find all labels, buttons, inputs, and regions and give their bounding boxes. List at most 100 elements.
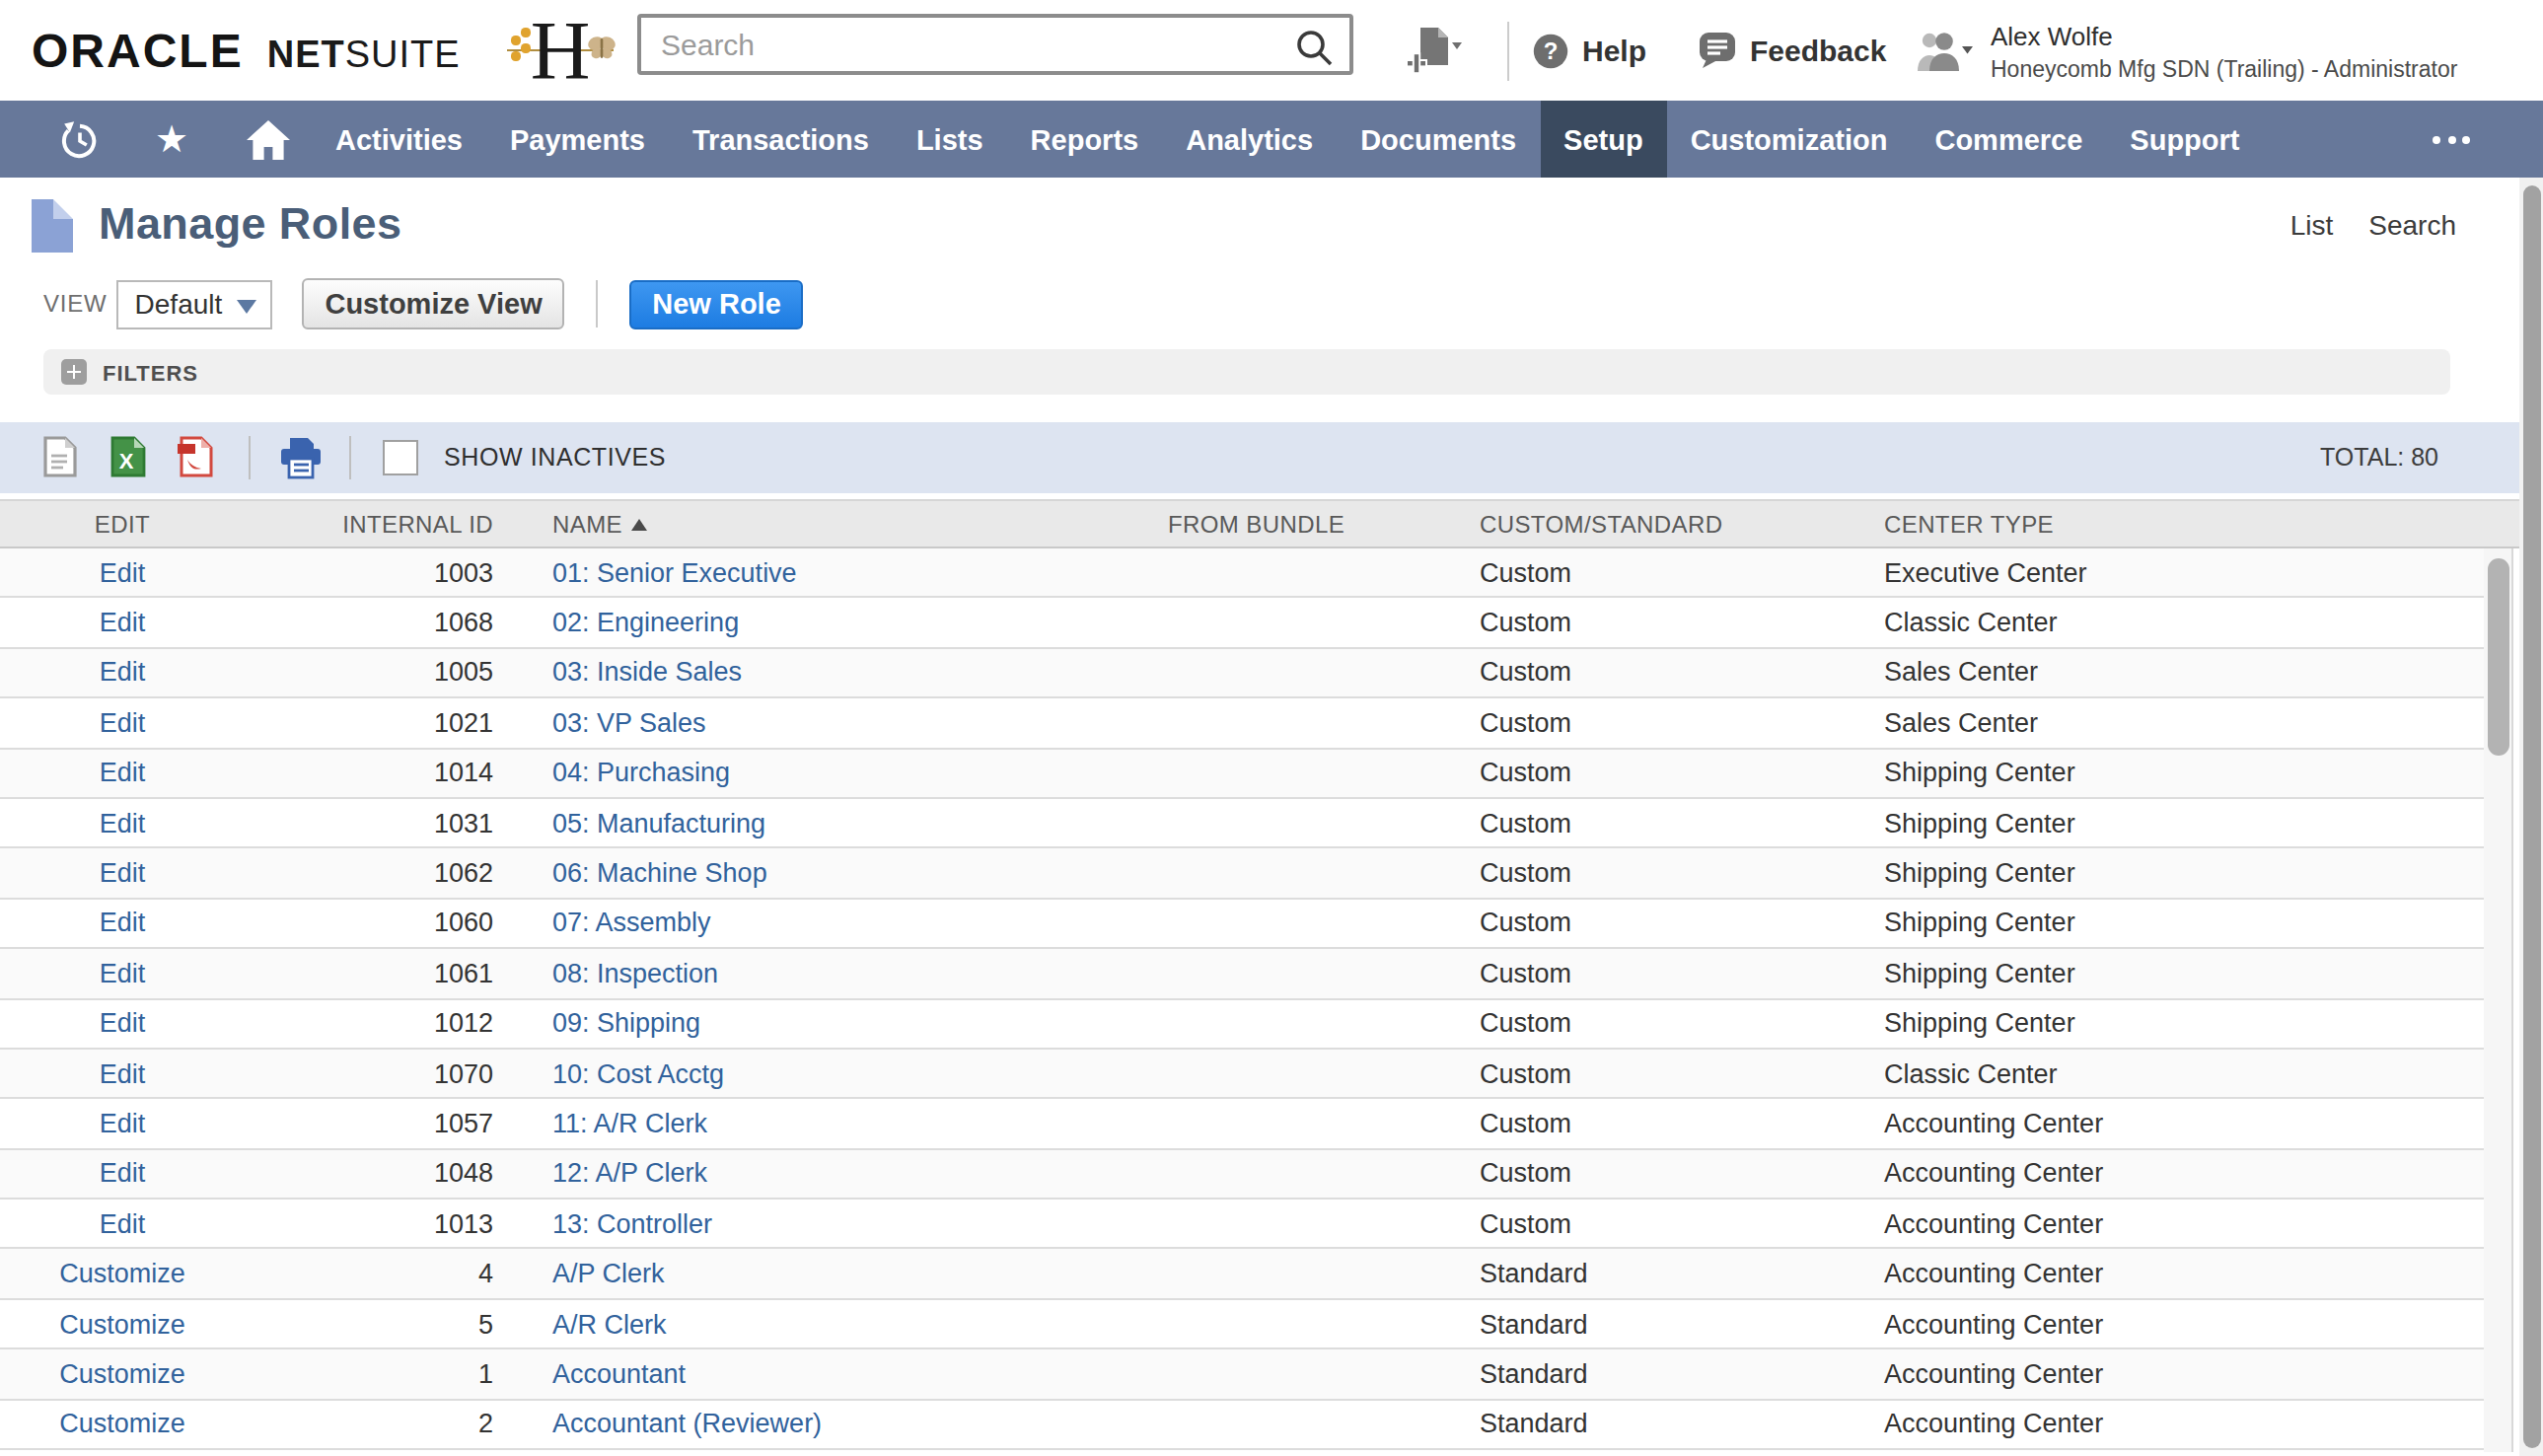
- recent-records-icon[interactable]: [59, 119, 99, 159]
- row-action-link[interactable]: Customize: [59, 1259, 185, 1288]
- role-name-link[interactable]: A/P Clerk: [552, 1259, 665, 1288]
- row-from-bundle: [1168, 1400, 1476, 1448]
- search-icon[interactable]: [1294, 28, 1334, 67]
- role-name-link[interactable]: 05: Manufacturing: [552, 808, 765, 837]
- nav-support[interactable]: Support: [2106, 101, 2263, 178]
- role-name-link[interactable]: 13: Controller: [552, 1209, 712, 1239]
- row-action-link[interactable]: Edit: [100, 808, 146, 837]
- role-name-link[interactable]: A/R Clerk: [552, 1309, 667, 1339]
- row-action-link[interactable]: Edit: [100, 1008, 146, 1038]
- user-menu[interactable]: Alex Wolfe Honeycomb Mfg SDN (Trailing) …: [1914, 0, 2457, 101]
- home-icon[interactable]: [245, 119, 290, 159]
- export-pdf-icon[interactable]: [178, 436, 213, 477]
- page-scrollbar-thumb[interactable]: [2522, 185, 2540, 1448]
- role-name-link[interactable]: 07: Assembly: [552, 909, 711, 938]
- column-header-internal-id[interactable]: INTERNAL ID: [245, 501, 497, 546]
- row-action-link[interactable]: Customize: [59, 1309, 185, 1339]
- row-action-link[interactable]: Edit: [100, 1109, 146, 1138]
- column-header-center-type[interactable]: CENTER TYPE: [1878, 501, 2519, 546]
- page-scrollbar[interactable]: [2519, 178, 2543, 1456]
- nav-reports[interactable]: Reports: [1007, 101, 1163, 178]
- nav-documents[interactable]: Documents: [1337, 101, 1540, 178]
- row-center-type: Shipping Center: [1878, 899, 2483, 947]
- row-custom-standard: Custom: [1476, 649, 1878, 697]
- filters-bar[interactable]: FILTERS: [43, 349, 2450, 395]
- create-new-menu-icon[interactable]: [1405, 26, 1462, 77]
- table-row: Edit 1068 02: Engineering Custom Classic…: [0, 599, 2483, 649]
- row-from-bundle: [1168, 1050, 1476, 1098]
- shortcuts-star-icon[interactable]: ★: [150, 120, 193, 158]
- role-name-link[interactable]: 02: Engineering: [552, 608, 739, 637]
- role-name-link[interactable]: 06: Machine Shop: [552, 858, 767, 888]
- row-action-link[interactable]: Edit: [100, 1159, 146, 1189]
- role-name-link[interactable]: Accountant: [552, 1359, 686, 1389]
- role-name-link[interactable]: 12: A/P Clerk: [552, 1159, 707, 1189]
- row-center-type: Accounting Center: [1878, 1400, 2483, 1448]
- help-button[interactable]: ? Help: [1533, 0, 1646, 101]
- show-inactives-label: SHOW INACTIVES: [444, 422, 666, 493]
- view-select[interactable]: Default: [117, 279, 273, 328]
- table-scrollbar[interactable]: [2484, 548, 2513, 1452]
- table-row: Edit 1014 04: Purchasing Custom Shipping…: [0, 749, 2483, 799]
- row-custom-standard: Custom: [1476, 1200, 1878, 1248]
- list-link[interactable]: List: [2290, 209, 2334, 241]
- row-action-link[interactable]: Edit: [100, 759, 146, 788]
- role-name-link[interactable]: 03: Inside Sales: [552, 658, 742, 688]
- row-action-link[interactable]: Edit: [100, 1209, 146, 1239]
- nav-activities[interactable]: Activities: [312, 101, 486, 178]
- row-action-link[interactable]: Edit: [100, 909, 146, 938]
- view-label: VIEW: [43, 290, 108, 318]
- role-name-link[interactable]: 10: Cost Acctg: [552, 1058, 724, 1088]
- column-header-custom-standard[interactable]: CUSTOM/STANDARD: [1476, 501, 1878, 546]
- search-input[interactable]: [641, 18, 1349, 71]
- nav-lists[interactable]: Lists: [893, 101, 1007, 178]
- role-name-link[interactable]: Accountant (Reviewer): [552, 1410, 822, 1439]
- role-name-link[interactable]: 11: A/R Clerk: [552, 1109, 707, 1138]
- column-header-name[interactable]: NAME: [497, 501, 1168, 546]
- role-name-link[interactable]: 08: Inspection: [552, 959, 718, 988]
- row-from-bundle: [1168, 1300, 1476, 1348]
- nav-customization[interactable]: Customization: [1667, 101, 1912, 178]
- row-from-bundle: [1168, 1149, 1476, 1198]
- print-icon[interactable]: [280, 438, 322, 479]
- nav-transactions[interactable]: Transactions: [669, 101, 893, 178]
- nav-commerce[interactable]: Commerce: [1911, 101, 2106, 178]
- row-action-link[interactable]: Customize: [59, 1359, 185, 1389]
- header-divider: [1507, 22, 1509, 81]
- table-row: Edit 1062 06: Machine Shop Custom Shippi…: [0, 849, 2483, 900]
- nav-analytics[interactable]: Analytics: [1162, 101, 1337, 178]
- column-header-edit[interactable]: EDIT: [0, 501, 245, 546]
- row-action-link[interactable]: Edit: [100, 557, 146, 587]
- customize-view-button[interactable]: Customize View: [303, 278, 565, 329]
- row-action-link[interactable]: Edit: [100, 708, 146, 738]
- role-name-link[interactable]: 09: Shipping: [552, 1008, 700, 1038]
- role-name-link[interactable]: 01: Senior Executive: [552, 557, 797, 587]
- row-center-type: Sales Center: [1878, 649, 2483, 697]
- show-inactives-checkbox[interactable]: [383, 440, 418, 475]
- export-csv-icon[interactable]: [43, 436, 77, 477]
- nav-setup[interactable]: Setup: [1540, 101, 1667, 178]
- user-name: Alex Wolfe: [1991, 21, 2457, 50]
- row-internal-id: 1062: [245, 849, 497, 898]
- export-excel-icon[interactable]: X: [110, 436, 146, 477]
- table-scrollbar-thumb[interactable]: [2487, 558, 2508, 756]
- row-action-link[interactable]: Customize: [59, 1410, 185, 1439]
- expand-filters-icon[interactable]: [61, 359, 87, 385]
- new-role-button[interactable]: New Role: [630, 279, 804, 328]
- row-action-link[interactable]: Edit: [100, 1058, 146, 1088]
- feedback-button[interactable]: Feedback: [1699, 0, 1886, 101]
- row-action-link[interactable]: Edit: [100, 658, 146, 688]
- role-name-link[interactable]: 03: VP Sales: [552, 708, 706, 738]
- row-action-link[interactable]: Edit: [100, 959, 146, 988]
- column-header-from-bundle[interactable]: FROM BUNDLE: [1168, 501, 1476, 546]
- title-row: Manage Roles List Search: [32, 189, 2456, 260]
- row-action-link[interactable]: Edit: [100, 858, 146, 888]
- row-action-link[interactable]: Edit: [100, 608, 146, 637]
- search-link[interactable]: Search: [2368, 209, 2456, 241]
- row-internal-id: 2: [245, 1400, 497, 1448]
- row-internal-id: 1060: [245, 899, 497, 947]
- nav-payments[interactable]: Payments: [486, 101, 669, 178]
- nav-overflow-icon[interactable]: [2433, 101, 2470, 178]
- role-name-link[interactable]: 04: Purchasing: [552, 759, 730, 788]
- row-internal-id: 1068: [245, 599, 497, 647]
